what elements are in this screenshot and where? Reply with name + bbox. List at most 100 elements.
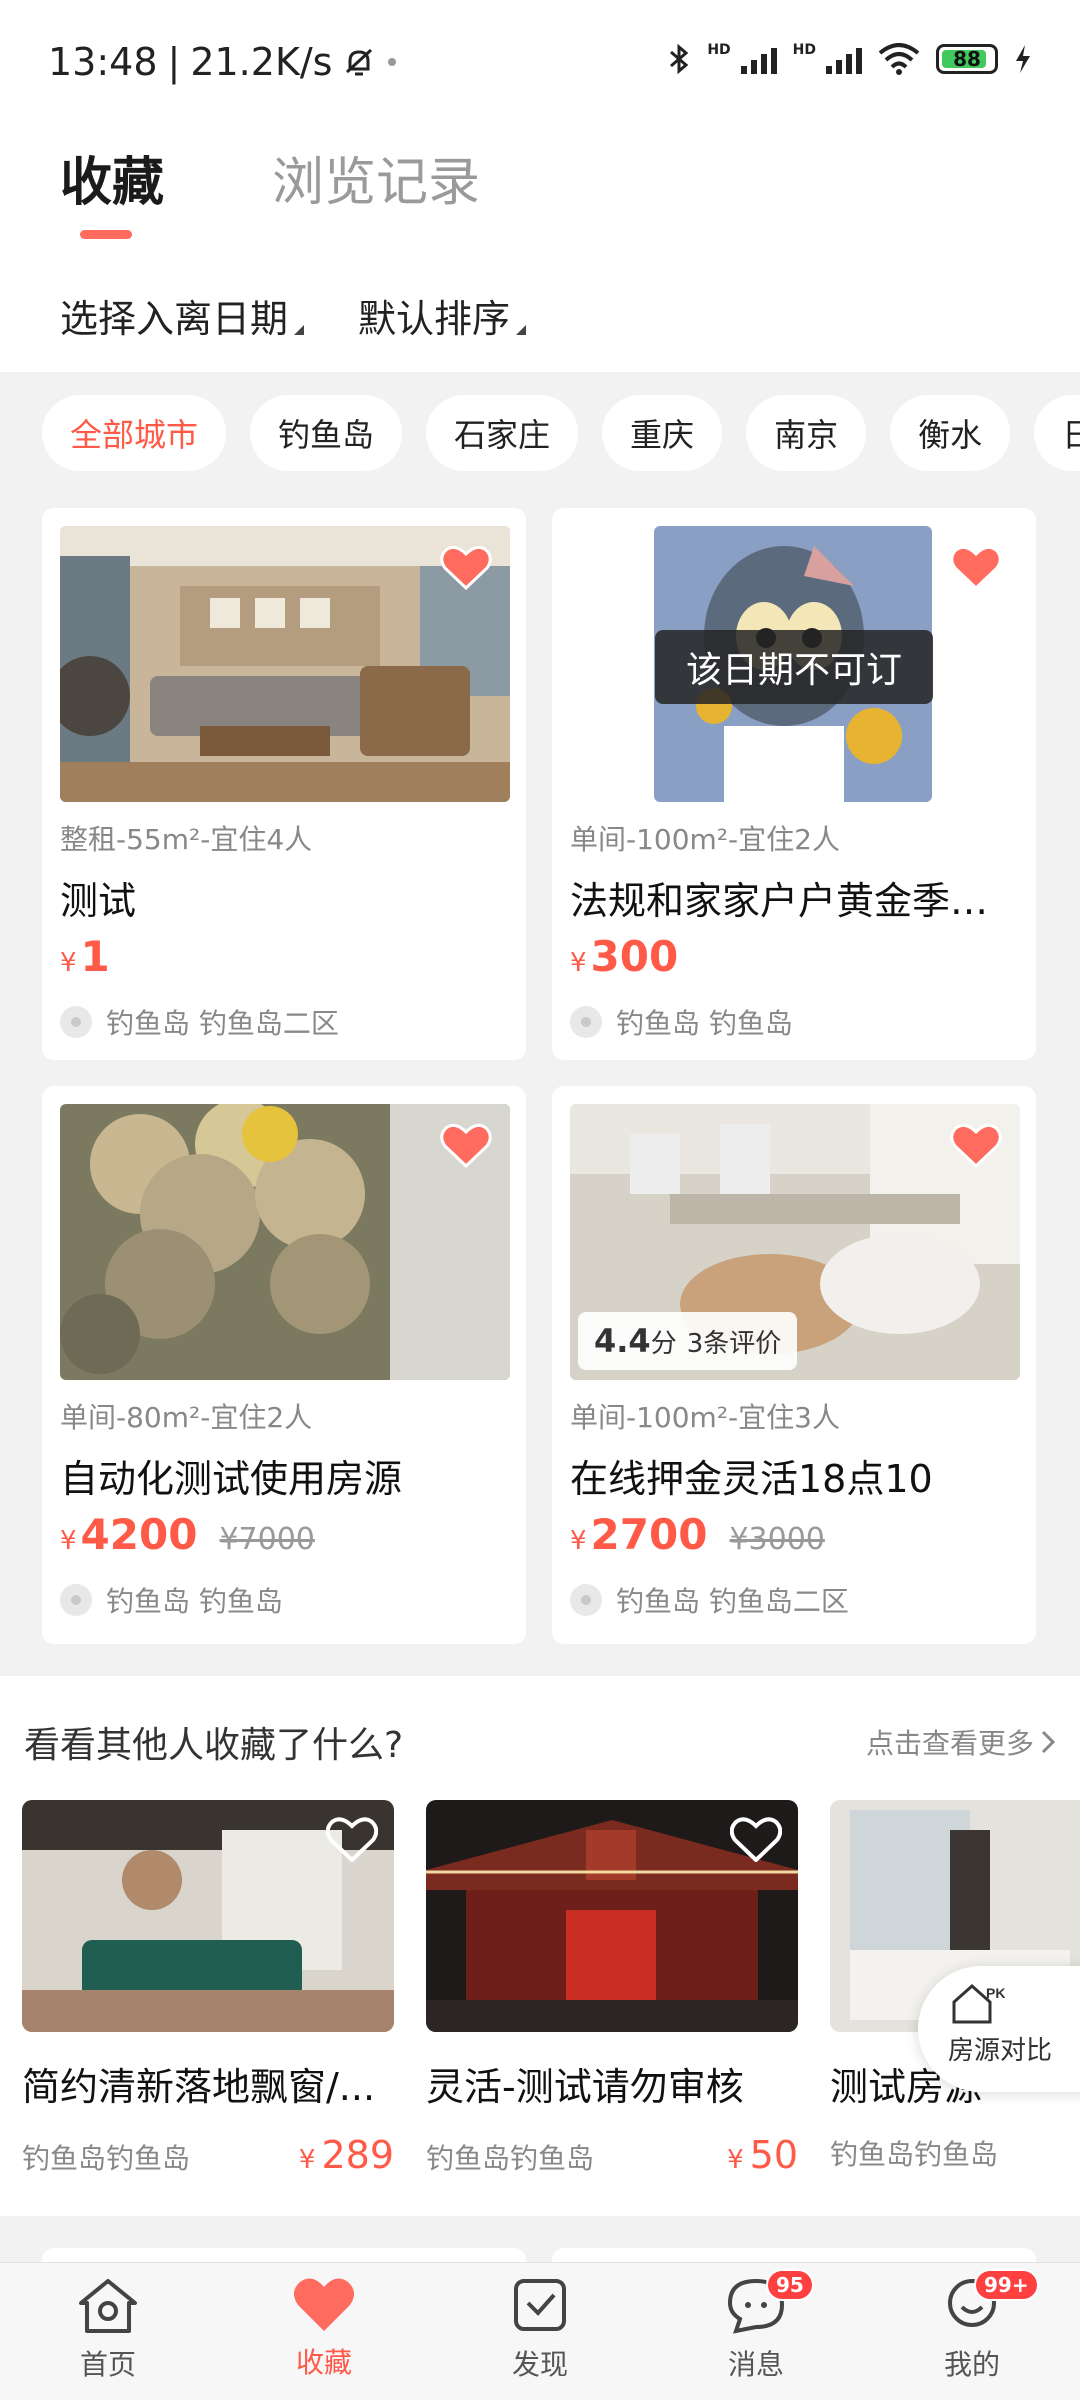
section-title: 看看其他人收藏了什么? [24, 1725, 404, 1766]
rating-badge: 4.4分 3条评价 [578, 1312, 798, 1370]
review-count: 3条评价 [686, 1328, 782, 1359]
compare-button[interactable]: PK 房源对比 [918, 1966, 1080, 2092]
city-chip[interactable]: 日 [1034, 395, 1080, 471]
status-right: HD HD 88 [667, 42, 1032, 76]
bottom-nav: 首页 收藏 发现 95 消息 99+ 我的 [0, 2262, 1080, 2400]
listing-title: 在线押金灵活18点10 [570, 1457, 933, 1501]
status-bar: 13:48 | 21.2K/s HD HD 88 [0, 0, 1080, 120]
listing-title: 自动化测试使用房源 [60, 1457, 403, 1501]
chevron-right-icon [1041, 1730, 1056, 1754]
recommend-card[interactable]: 简约清新落地飘窗/... 钓鱼岛钓鱼岛 ¥289 [22, 1800, 394, 2177]
nav-favorites[interactable]: 收藏 [216, 2263, 432, 2400]
city-chip[interactable]: 重庆 [602, 395, 723, 471]
mute-bell-icon [346, 48, 373, 76]
listing-spec: 单间-100m²-宜住2人 [570, 823, 840, 856]
listing-spec: 单间-80m²-宜住2人 [60, 1401, 313, 1434]
discover-icon [514, 2279, 566, 2331]
home-icon [79, 2279, 137, 2333]
wifi-icon [878, 43, 920, 75]
network-speed: 21.2K/s [190, 40, 333, 84]
nav-label: 消息 [727, 2348, 784, 2381]
tab-favorites[interactable]: 收藏 [60, 140, 164, 215]
header: 收藏 浏览记录 选择入离日期 默认排序 [0, 120, 1080, 372]
recommend-price: ¥50 [727, 2133, 798, 2177]
others-favorites-section: 看看其他人收藏了什么? 点击查看更多 简约清新落地飘窗/... 钓鱼岛钓鱼岛 ¥2… [0, 1676, 1080, 2216]
recommend-location: 钓鱼岛钓鱼岛 [426, 2142, 595, 2175]
tab-active-indicator [80, 230, 132, 239]
listing-card[interactable]: 整租-55m²-宜住4人 测试 ¥1 钓鱼岛 钓鱼岛二区 [42, 508, 526, 1060]
nav-label: 发现 [511, 2348, 568, 2381]
signal-icon-2 [826, 44, 862, 74]
pk-house-icon: PK [952, 1983, 1005, 2024]
location-icon [570, 1584, 602, 1616]
city-chip-all[interactable]: 全部城市 [42, 395, 227, 471]
listing-title: 测试 [60, 879, 137, 923]
heart-icon[interactable] [440, 544, 492, 590]
nav-discover[interactable]: 发现 [432, 2263, 648, 2400]
city-chip[interactable]: 石家庄 [426, 395, 579, 471]
nav-home[interactable]: 首页 [0, 2263, 216, 2400]
nav-profile[interactable]: 99+ 我的 [864, 2263, 1080, 2400]
listing-location: 钓鱼岛 钓鱼岛二区 [60, 1002, 339, 1042]
heart-icon [293, 2278, 355, 2331]
city-chip[interactable]: 南京 [746, 395, 867, 471]
original-price: ¥3000 [729, 1522, 825, 1557]
listing-card[interactable]: 4.4分 3条评价 单间-100m²-宜住3人 在线押金灵活18点10 ¥2700… [552, 1086, 1036, 1644]
filter-bar: 选择入离日期 默认排序 [60, 288, 527, 343]
nav-label: 首页 [79, 2348, 136, 2381]
dropdown-triangle-icon [294, 325, 305, 335]
view-more-link[interactable]: 点击查看更多 [866, 1722, 1056, 1762]
nav-messages[interactable]: 95 消息 [648, 2263, 864, 2400]
location-icon [60, 1006, 92, 1038]
original-price: ¥7000 [219, 1522, 315, 1557]
listing-price: ¥4200 ¥7000 [60, 1510, 315, 1559]
heart-outline-icon[interactable] [326, 1816, 378, 1862]
location-icon [60, 1584, 92, 1616]
location-icon [570, 1006, 602, 1038]
date-filter-label: 选择入离日期 [60, 297, 289, 341]
recommend-card[interactable]: 灵活-测试请勿审核 钓鱼岛钓鱼岛 ¥50 [426, 1800, 798, 2177]
status-time: 13:48 [48, 40, 158, 84]
listing-location: 钓鱼岛 钓鱼岛 [60, 1580, 283, 1620]
heart-outline-icon[interactable] [730, 1816, 782, 1862]
compare-label: 房源对比 [948, 2036, 1053, 2066]
profile-badge: 99+ [974, 2269, 1039, 2301]
dropdown-triangle-icon [516, 325, 527, 335]
message-badge: 95 [766, 2269, 814, 2301]
city-chip[interactable]: 衡水 [890, 395, 1011, 471]
battery-icon: 88 [936, 44, 998, 74]
tab-history[interactable]: 浏览记录 [272, 140, 480, 215]
listing-card[interactable]: 单间-80m²-宜住2人 自动化测试使用房源 ¥4200 ¥7000 钓鱼岛 钓鱼… [42, 1086, 526, 1644]
unavailable-overlay: 该日期不可订 [655, 630, 933, 704]
date-filter[interactable]: 选择入离日期 [60, 288, 305, 343]
recommend-title: 灵活-测试请勿审核 [426, 2065, 744, 2109]
city-chips: 全部城市 钓鱼岛 石家庄 重庆 南京 衡水 日 [0, 395, 1080, 485]
recommend-location: 钓鱼岛钓鱼岛 [22, 2142, 191, 2175]
heart-icon[interactable] [440, 1122, 492, 1168]
sort-filter-label: 默认排序 [358, 297, 511, 341]
recommend-photo [426, 1800, 798, 2032]
notification-dot-icon [388, 58, 397, 66]
svg-text:PK: PK [986, 1985, 1005, 2001]
listing-spec: 整租-55m²-宜住4人 [60, 823, 313, 856]
listing-spec: 单间-100m²-宜住3人 [570, 1401, 840, 1434]
status-left: 13:48 | 21.2K/s [48, 40, 398, 84]
nav-label: 收藏 [295, 2346, 352, 2379]
signal-icon [740, 44, 777, 74]
listing-price: ¥2700 ¥3000 [570, 1510, 825, 1559]
listing-price: ¥300 [570, 932, 679, 981]
charging-icon [1016, 45, 1030, 73]
sort-filter[interactable]: 默认排序 [358, 288, 527, 343]
rating-score: 4.4 [594, 1322, 651, 1360]
listing-location: 钓鱼岛 钓鱼岛二区 [570, 1580, 849, 1620]
recommend-title: 简约清新落地飘窗/... [22, 2065, 376, 2109]
heart-icon[interactable] [950, 544, 1002, 590]
city-chip[interactable]: 钓鱼岛 [250, 395, 403, 471]
recommend-photo [22, 1800, 394, 2032]
listing-card[interactable]: 单间-100m²-宜住2人 法规和家家户户黄金季节... ¥300 钓鱼岛 钓鱼… [552, 508, 1036, 1060]
recommend-location: 钓鱼岛钓鱼岛 [830, 2138, 999, 2171]
heart-icon[interactable] [950, 1122, 1002, 1168]
nav-label: 我的 [943, 2348, 1000, 2381]
listing-title: 法规和家家户户黄金季节... [570, 879, 1020, 923]
listing-price: ¥1 [60, 932, 110, 981]
